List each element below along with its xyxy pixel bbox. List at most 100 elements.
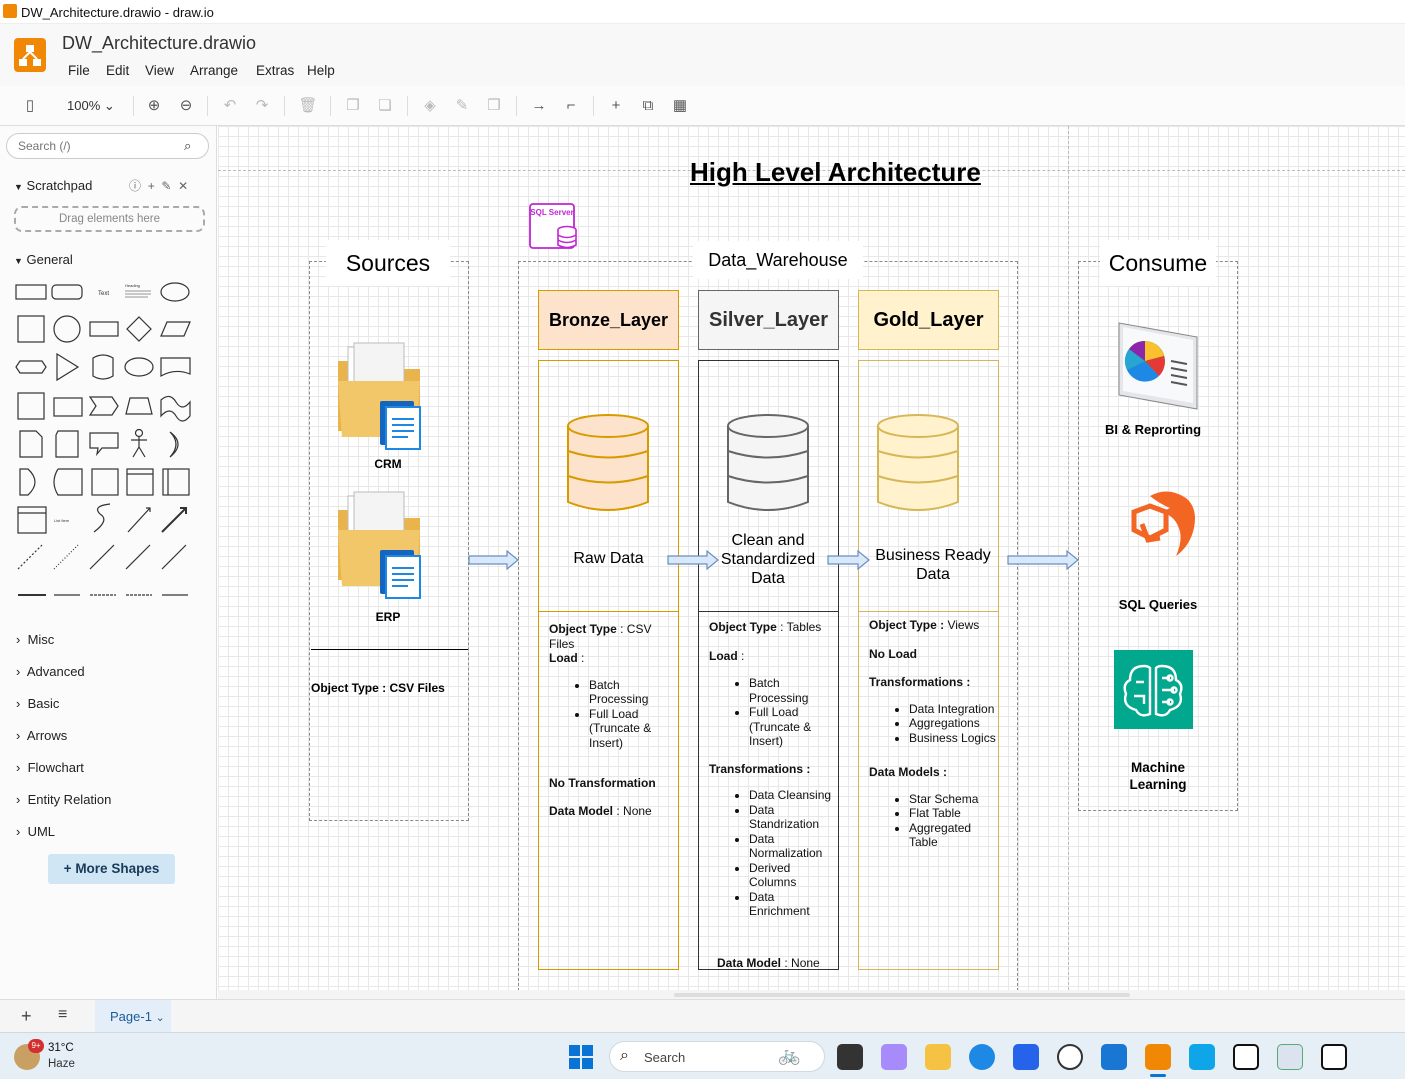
- note-shape[interactable]: [19, 430, 43, 458]
- menu-view[interactable]: View: [145, 63, 174, 78]
- ellipse-shape[interactable]: [160, 282, 190, 302]
- process-shape[interactable]: [89, 321, 119, 337]
- sidebar-section-misc[interactable]: › Misc: [16, 632, 54, 647]
- dotted-line-shape[interactable]: [53, 544, 79, 570]
- insert-plus-icon[interactable]: +: [606, 96, 626, 116]
- sidebar-section-arrows[interactable]: › Arrows: [16, 728, 67, 743]
- dell-icon[interactable]: [1057, 1044, 1083, 1070]
- shape-search-input[interactable]: [6, 133, 209, 159]
- taskview-icon[interactable]: [837, 1044, 863, 1070]
- scratchpad-header[interactable]: ▼ Scratchpad: [14, 178, 92, 193]
- scratchpad-tools[interactable]: ⓘ + ✎ ✕: [129, 177, 188, 194]
- zoom-out-icon[interactable]: ⊖: [176, 96, 196, 116]
- card-shape[interactable]: [55, 430, 79, 458]
- sidebar-section-flowchart[interactable]: › Flowchart: [16, 760, 84, 775]
- dashed-line-shape[interactable]: [17, 544, 43, 570]
- menu-edit[interactable]: Edit: [106, 63, 129, 78]
- tab-page-1[interactable]: Page-1 ⌄: [95, 1000, 171, 1033]
- tape-shape[interactable]: [160, 395, 191, 422]
- document-name[interactable]: DW_Architecture.drawio: [62, 33, 256, 54]
- horizontal-scrollbar[interactable]: [218, 990, 1405, 999]
- store-icon[interactable]: [1013, 1044, 1039, 1070]
- sidebar-section-basic[interactable]: › Basic: [16, 696, 59, 711]
- connection-arrow-icon[interactable]: →: [529, 96, 549, 116]
- shapes-icon[interactable]: ⧉: [638, 96, 658, 116]
- parallelogram-shape[interactable]: [160, 321, 191, 337]
- more-shapes-button[interactable]: + More Shapes: [48, 854, 175, 884]
- sidebar-section-entity-relation[interactable]: › Entity Relation: [16, 792, 111, 807]
- display-shape[interactable]: [53, 468, 83, 496]
- cylinder-shape[interactable]: [92, 354, 114, 380]
- arrow-silver-to-gold[interactable]: [827, 549, 870, 571]
- scrollbar-thumb[interactable]: [674, 993, 1130, 997]
- internal-storage-shape[interactable]: [17, 392, 45, 420]
- document-shape[interactable]: [160, 357, 191, 378]
- square-shape[interactable]: [17, 315, 45, 343]
- machine-learning-icon[interactable]: [1114, 650, 1193, 729]
- swimlane-shape[interactable]: [126, 468, 154, 496]
- taskbar-search[interactable]: ⌕ Search 🚲: [609, 1041, 825, 1072]
- step-shape[interactable]: [88, 396, 119, 416]
- list-item-shape[interactable]: List Item: [54, 518, 70, 523]
- hexagon-shape[interactable]: [15, 360, 47, 374]
- delete-icon[interactable]: 🗑: [298, 96, 318, 116]
- edit-icon[interactable]: ✎: [161, 179, 171, 193]
- windows-start-icon[interactable]: [569, 1045, 593, 1069]
- bidirectional-connector-shape[interactable]: [125, 544, 151, 570]
- arrow-bronze-to-silver[interactable]: [667, 549, 719, 571]
- rectangle-shape[interactable]: [15, 284, 47, 300]
- menu-extras[interactable]: Extras: [256, 63, 294, 78]
- vscode-icon[interactable]: [1101, 1044, 1127, 1070]
- rounded-rect-shape[interactable]: [51, 284, 83, 300]
- pages-menu-icon[interactable]: ≡: [58, 1006, 67, 1024]
- arrow-sources-to-bronze[interactable]: [468, 549, 519, 571]
- general-header[interactable]: ▼ General: [14, 252, 73, 267]
- sidebar-section-uml[interactable]: › UML: [16, 824, 55, 839]
- menu-arrange[interactable]: Arrange: [190, 63, 238, 78]
- vertical-container-shape[interactable]: [162, 468, 190, 496]
- line-shape[interactable]: [89, 544, 115, 570]
- sql-queries-icon[interactable]: [1120, 488, 1200, 562]
- callout-shape[interactable]: [89, 432, 119, 457]
- file-explorer-icon[interactable]: [925, 1044, 951, 1070]
- actor-shape[interactable]: [131, 428, 147, 458]
- add-page-icon[interactable]: +: [21, 1006, 32, 1027]
- waypoints-icon[interactable]: ⌐: [561, 96, 581, 116]
- format-panel-toggle-icon[interactable]: ▯: [20, 96, 40, 116]
- help-icon[interactable]: ⓘ: [129, 179, 141, 193]
- bi-report-icon[interactable]: [1115, 319, 1201, 411]
- list-shape[interactable]: [17, 506, 47, 534]
- bidirectional-arrow-shape[interactable]: [127, 507, 151, 533]
- diamond-shape[interactable]: [126, 316, 152, 342]
- consume-title[interactable]: Consume: [1100, 240, 1216, 286]
- diagram-canvas[interactable]: High Level Architecture SQL Server Sourc…: [218, 126, 1405, 990]
- cloud-shape[interactable]: [124, 357, 154, 377]
- textbox-shape[interactable]: Heading: [125, 283, 151, 298]
- shadow-icon[interactable]: ❒: [484, 96, 504, 116]
- edge-icon[interactable]: [969, 1044, 995, 1070]
- scratchpad-drop-zone[interactable]: Drag elements here: [14, 206, 205, 232]
- arrow-gold-to-consume[interactable]: [1007, 549, 1079, 571]
- search-icon[interactable]: ⌕: [184, 138, 200, 154]
- redo-icon[interactable]: ↷: [252, 96, 272, 116]
- monitor-icon[interactable]: [1277, 1044, 1303, 1070]
- curve-shape[interactable]: [93, 503, 111, 533]
- bi-reporting-label[interactable]: BI & Reprorting: [1086, 422, 1220, 437]
- general-shapes-palette[interactable]: Text Heading List Item: [10, 276, 210, 606]
- delay-shape[interactable]: [19, 468, 36, 496]
- undo-icon[interactable]: ↶: [220, 96, 240, 116]
- copilot-icon[interactable]: [881, 1044, 907, 1070]
- close-icon[interactable]: ✕: [178, 179, 188, 193]
- notion-calendar-icon[interactable]: [1321, 1044, 1347, 1070]
- azure-data-studio-icon[interactable]: [1189, 1044, 1215, 1070]
- notion-icon[interactable]: [1233, 1044, 1259, 1070]
- add-icon[interactable]: +: [148, 179, 155, 193]
- zoom-in-icon[interactable]: ⊕: [144, 96, 164, 116]
- machine-learning-label[interactable]: Machine Learning: [1113, 759, 1203, 793]
- to-back-icon[interactable]: ❏: [375, 96, 395, 116]
- directional-connector-shape[interactable]: [161, 544, 187, 570]
- weather-temp[interactable]: 31°C: [48, 1042, 74, 1054]
- trapezoid-shape[interactable]: [125, 397, 153, 415]
- menu-file[interactable]: File: [68, 63, 90, 78]
- or-shape[interactable]: [169, 431, 179, 458]
